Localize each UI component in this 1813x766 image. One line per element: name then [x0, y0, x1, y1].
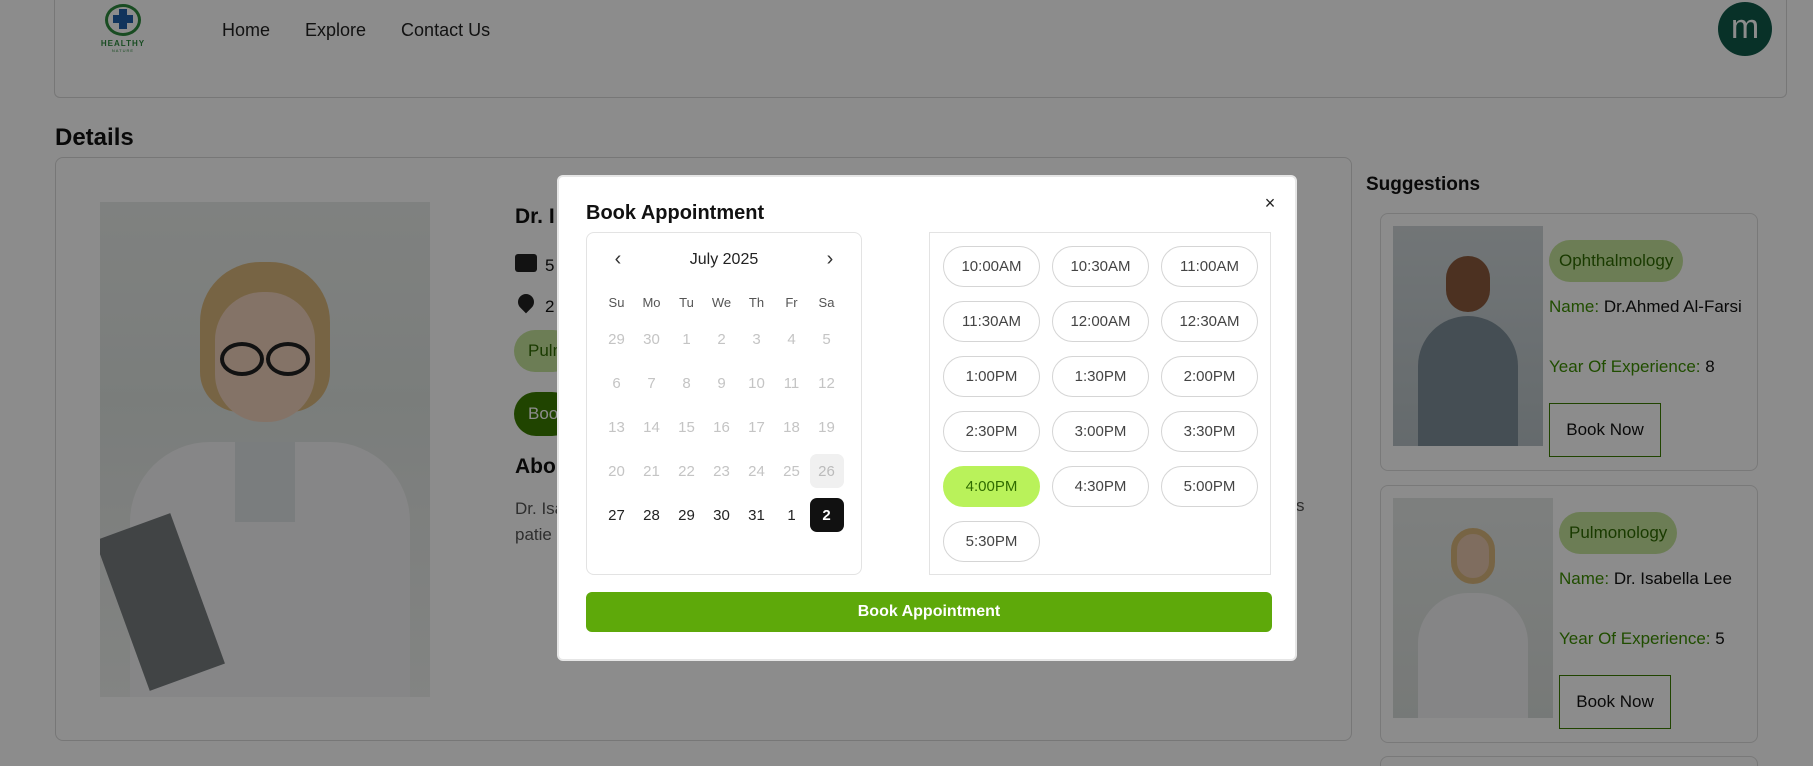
- calendar-day: 4: [787, 330, 796, 348]
- time-slot-button[interactable]: 3:00PM: [1052, 411, 1149, 452]
- calendar-day: 14: [643, 418, 660, 436]
- weekday-label: Su: [608, 295, 625, 310]
- book-appointment-modal: Book Appointment × ‹ July 2025 › Su Mo T…: [557, 175, 1297, 661]
- calendar-days: 29 30 1 2 3 4 5 6 7 8 9 10 11 12 13 14 15 16 17 18 19 20 21 22 2…: [599, 317, 844, 537]
- calendar-day: 16: [713, 418, 730, 436]
- calendar-grid: Su Mo Tu We Th Fr Sa 29 30 1 2 3 4 5 6 7 8 9 10 11 12…: [599, 295, 844, 537]
- modal-title: Book Appointment: [586, 202, 765, 224]
- weekday-label: We: [711, 295, 732, 310]
- calendar-week-row: 6 7 8 9 10 11 12: [599, 361, 844, 405]
- calendar-day: 19: [818, 418, 835, 436]
- time-slot-button[interactable]: 10:30AM: [1052, 246, 1149, 287]
- weekday-label: Fr: [785, 295, 798, 310]
- calendar-day: 5: [822, 330, 831, 348]
- calendar-day: 25: [783, 462, 800, 480]
- date-picker: ‹ July 2025 › Su Mo Tu We Th Fr Sa 29 30 1…: [586, 232, 862, 575]
- time-slot-button[interactable]: 10:00AM: [943, 246, 1040, 287]
- time-slot-button[interactable]: 5:30PM: [943, 521, 1040, 562]
- calendar-day: 22: [678, 462, 695, 480]
- calendar-day[interactable]: 28: [634, 493, 669, 537]
- calendar-day: 7: [647, 374, 656, 392]
- close-icon[interactable]: ×: [1259, 192, 1281, 214]
- calendar-week-row: 27 28 29 30 31 1 2: [599, 493, 844, 537]
- calendar-day[interactable]: 2: [809, 493, 844, 537]
- calendar-day: 18: [783, 418, 800, 436]
- calendar-day: 9: [717, 374, 726, 392]
- calendar-day: 30: [643, 330, 660, 348]
- time-slot-button[interactable]: 11:00AM: [1161, 246, 1258, 287]
- calendar-week-row: 29 30 1 2 3 4 5: [599, 317, 844, 361]
- book-appointment-button[interactable]: Book Appointment: [586, 592, 1272, 632]
- weekday-label: Mo: [642, 295, 661, 310]
- time-slot-button[interactable]: 4:00PM: [943, 466, 1040, 507]
- time-slot-button[interactable]: 1:30PM: [1052, 356, 1149, 397]
- calendar-day[interactable]: 29: [669, 493, 704, 537]
- calendar-day[interactable]: 30: [704, 493, 739, 537]
- calendar-day: 8: [682, 374, 691, 392]
- calendar-day[interactable]: 26: [809, 449, 844, 493]
- time-slot-button[interactable]: 2:30PM: [943, 411, 1040, 452]
- calendar-day: 3: [752, 330, 761, 348]
- calendar-day: 24: [748, 462, 765, 480]
- calendar-day: 11: [783, 374, 800, 392]
- time-slot-button[interactable]: 12:30AM: [1161, 301, 1258, 342]
- calendar-day: 21: [643, 462, 660, 480]
- calendar-week-row: 20 21 22 23 24 25 26: [599, 449, 844, 493]
- calendar-day[interactable]: 31: [739, 493, 774, 537]
- calendar-day: 23: [713, 462, 730, 480]
- calendar-day: 13: [608, 418, 625, 436]
- calendar-day: 10: [748, 374, 765, 392]
- time-slot-button[interactable]: 11:30AM: [943, 301, 1040, 342]
- chevron-right-icon[interactable]: ›: [816, 245, 844, 273]
- calendar-day: 12: [818, 374, 835, 392]
- calendar-day: 20: [608, 462, 625, 480]
- calendar-day: 17: [748, 418, 765, 436]
- time-slot-panel: 10:00AM 10:30AM 11:00AM 11:30AM 12:00AM 12:30…: [929, 232, 1271, 575]
- weekday-label: Tu: [679, 295, 694, 310]
- calendar-day[interactable]: 27: [599, 493, 634, 537]
- calendar-weekday-header: Su Mo Tu We Th Fr Sa: [599, 295, 844, 317]
- calendar-day[interactable]: 1: [774, 493, 809, 537]
- time-slot-button[interactable]: 5:00PM: [1161, 466, 1258, 507]
- calendar-day: 6: [612, 374, 621, 392]
- calendar-day: 15: [678, 418, 695, 436]
- weekday-label: Th: [748, 295, 765, 310]
- time-slot-grid: 10:00AM 10:30AM 11:00AM 11:30AM 12:00AM 12:30…: [943, 246, 1258, 562]
- calendar-day: 1: [682, 330, 691, 348]
- weekday-label: Sa: [818, 295, 835, 310]
- time-slot-button[interactable]: 3:30PM: [1161, 411, 1258, 452]
- calendar-week-row: 13 14 15 16 17 18 19: [599, 405, 844, 449]
- time-slot-button[interactable]: 2:00PM: [1161, 356, 1258, 397]
- calendar-day: 29: [608, 330, 625, 348]
- time-slot-button[interactable]: 1:00PM: [943, 356, 1040, 397]
- calendar-day: 2: [717, 330, 726, 348]
- time-slot-button[interactable]: 12:00AM: [1052, 301, 1149, 342]
- time-slot-button[interactable]: 4:30PM: [1052, 466, 1149, 507]
